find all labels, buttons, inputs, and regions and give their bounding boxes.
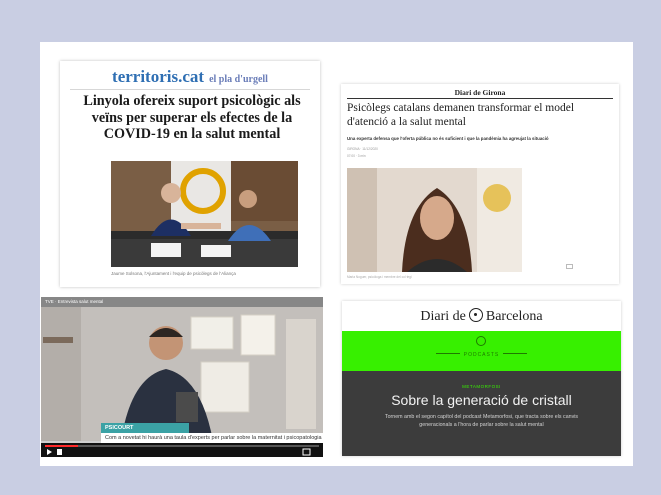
girona-photo [347, 168, 522, 272]
barcelona-masthead: Diari de Barcelona [342, 308, 621, 325]
territoris-headline: Linyola ofereix suport psicològic als ve… [83, 93, 301, 142]
gallery-icon[interactable] [566, 264, 573, 269]
program-badge: PSICOURT [101, 423, 189, 433]
podcast-panel: METAMORFOSI Sobre la generació de crista… [342, 371, 621, 456]
video-lower-third: Com a novetat hi haurà una taula d'exper… [101, 433, 323, 443]
video-title: TVE · Entrevista salut mental [45, 299, 104, 304]
masthead-divider [347, 98, 613, 99]
podcast-title[interactable]: Sobre la generació de cristall [342, 392, 621, 408]
territoris-brand: territoris.cat [112, 67, 205, 86]
territoris-photo [111, 161, 298, 267]
girona-standfirst: Una experta defensa que l'oferta pública… [347, 136, 549, 141]
podcast-icon [476, 336, 486, 346]
play-icon[interactable] [47, 449, 52, 455]
video-frame[interactable] [41, 307, 323, 441]
video-controls[interactable] [41, 443, 323, 457]
girona-dateline: GIRONA · 11/12/2020 [347, 147, 378, 151]
girona-headline: Psicòlegs catalans demanen transformar e… [347, 102, 575, 128]
territoris-article-card[interactable]: territoris.cat el pla d'urgell Linyola of… [60, 61, 320, 287]
masthead-divider [70, 89, 310, 90]
fullscreen-icon[interactable] [302, 448, 311, 456]
podcast-kicker: METAMORFOSI [462, 384, 501, 389]
territoris-masthead: territoris.cat el pla d'urgell [60, 67, 320, 87]
video-title-bar: TVE · Entrevista salut mental [41, 297, 323, 307]
girona-article-card[interactable]: Diari de Girona Psicòlegs catalans deman… [341, 84, 619, 284]
podcast-description: Tornem amb el segon capítol del podcast … [384, 414, 579, 428]
section-label: PODCASTS [342, 352, 621, 358]
barcelona-podcast-card[interactable]: Diari de Barcelona PODCASTS METAMORFOSI S… [342, 301, 621, 456]
girona-masthead: Diari de Girona [454, 88, 506, 97]
girona-readtime: 07:00 · 3 min [347, 154, 366, 158]
volume-icon[interactable] [57, 449, 62, 455]
masthead-left: Diari de [420, 309, 466, 324]
logo-dot-icon [468, 308, 483, 322]
podcast-band: PODCASTS [342, 331, 621, 371]
video-card[interactable]: TVE · Entrevista salut mental PSICOURT C… [41, 297, 323, 457]
territoris-edition: el pla d'urgell [209, 74, 268, 85]
girona-photo-caption: Maria Noguer, psicòloga i membre del col… [347, 275, 412, 279]
masthead-right: Barcelona [485, 309, 543, 324]
territoris-photo-caption: Jaume Solsona, l'Ajuntament i l'equip de… [111, 271, 236, 276]
